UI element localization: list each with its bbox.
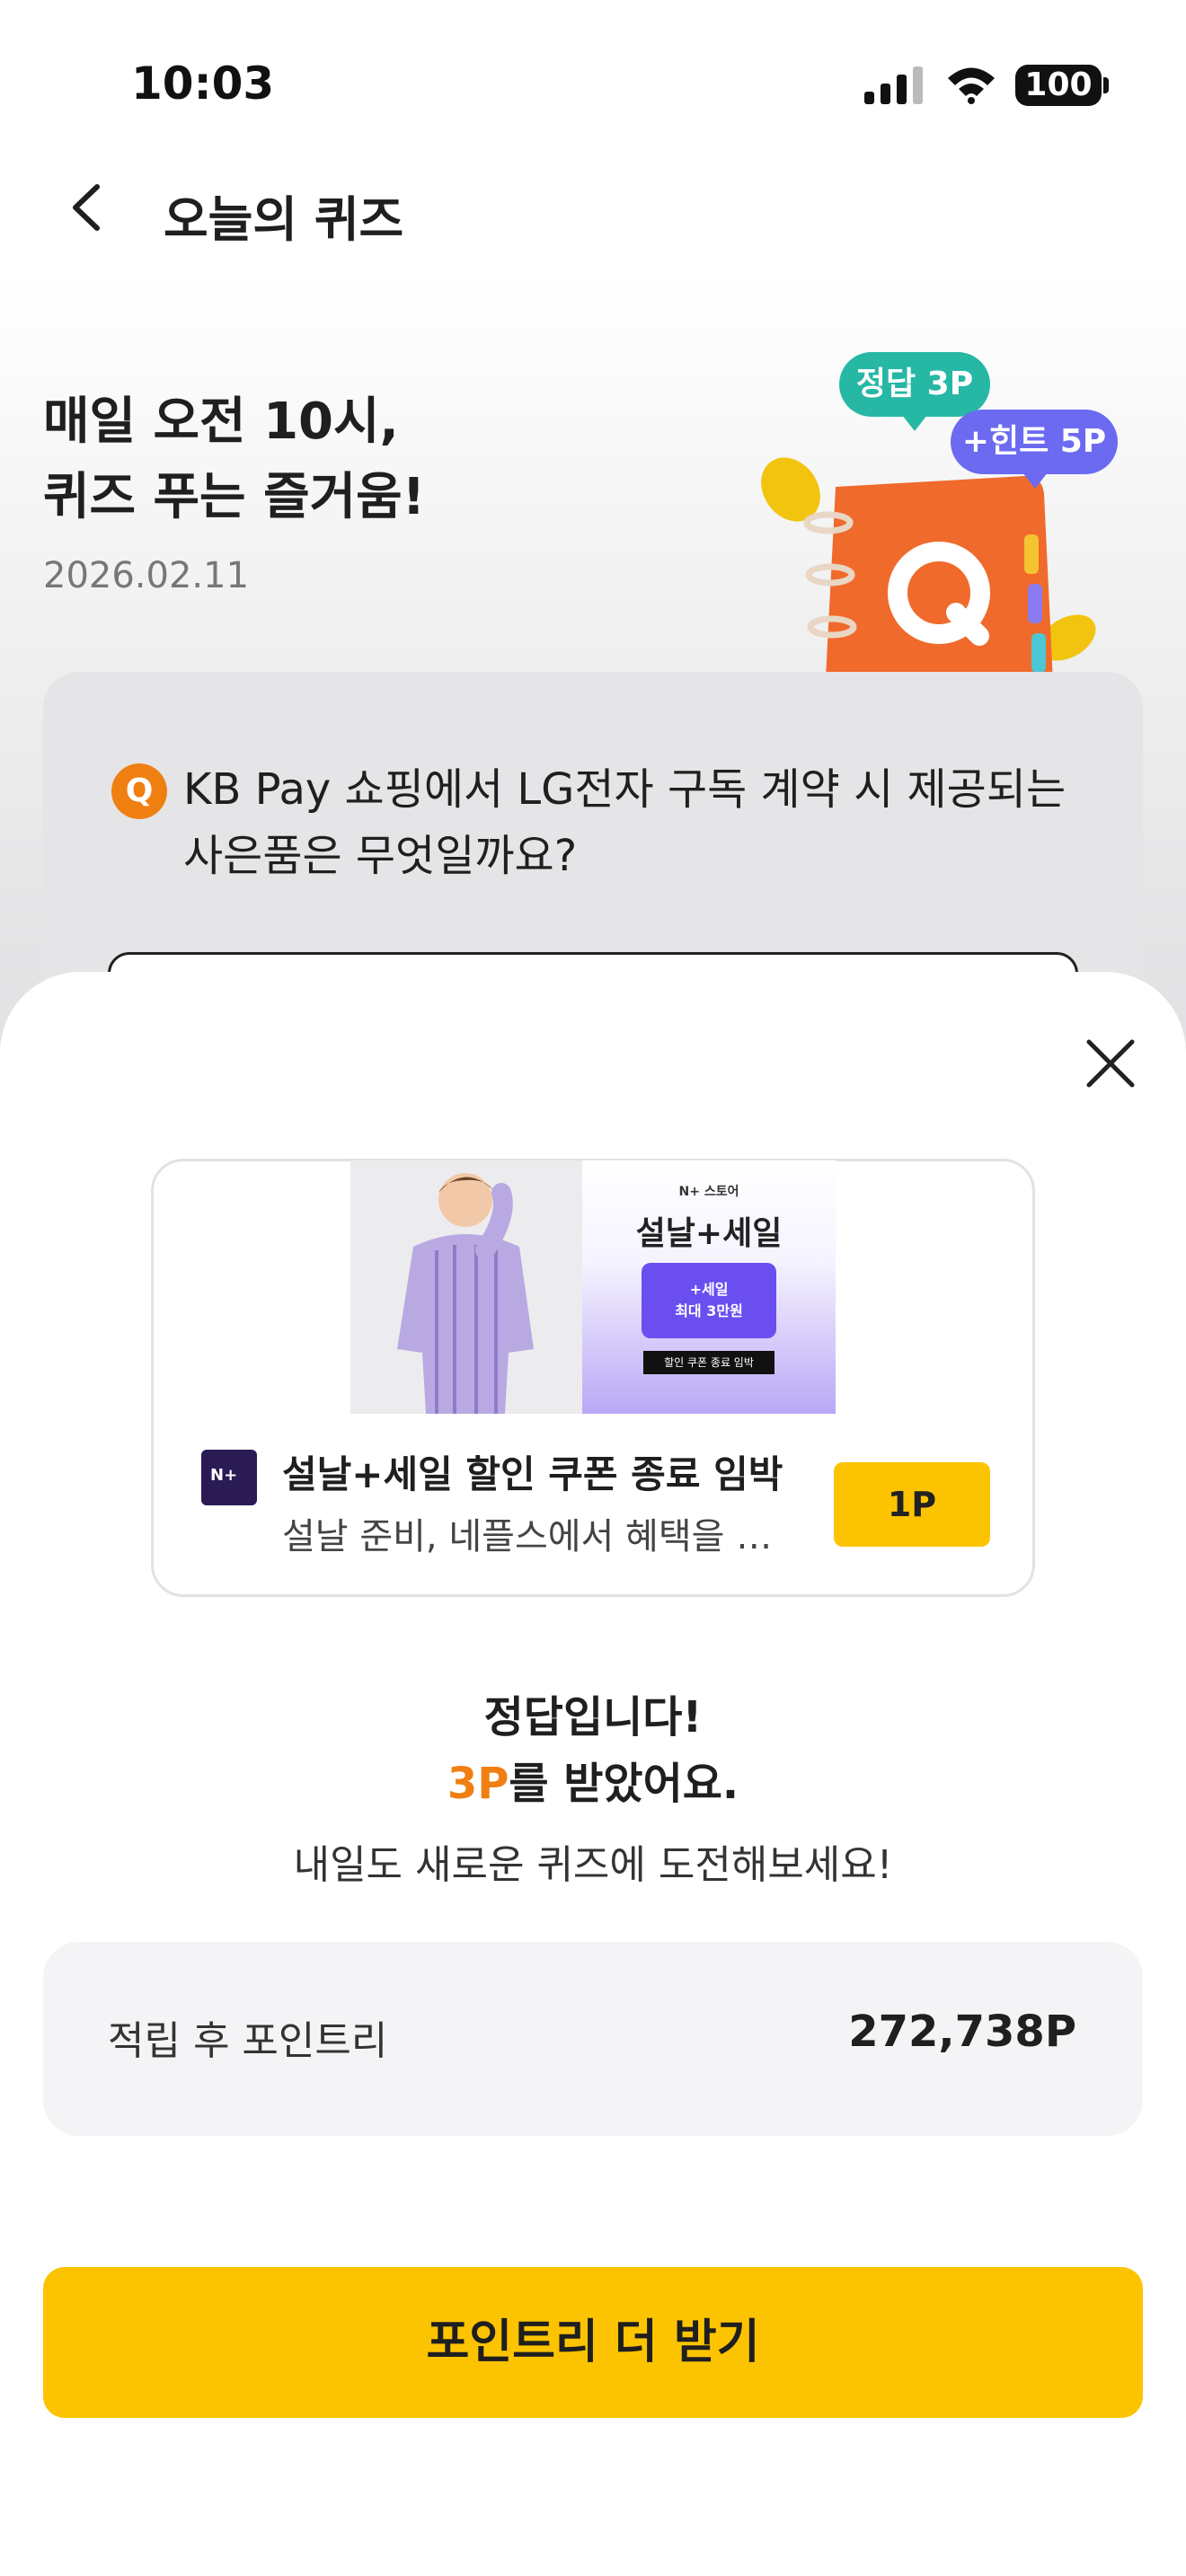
ad-coupon-line1: +세일 xyxy=(689,1281,729,1298)
back-arrow-icon[interactable] xyxy=(59,176,113,239)
result-message: 정답입니다! xyxy=(483,1692,703,1742)
quiz-date: 2026.02.11 xyxy=(43,555,250,596)
ad-brand-logo: N+ xyxy=(201,1450,257,1505)
point-summary-label: 적립 후 포인트리 xyxy=(108,2018,388,2064)
battery-indicator: 100 xyxy=(1015,65,1102,106)
close-icon[interactable] xyxy=(1082,1035,1139,1092)
hint-points-bubble: +힌트 5P xyxy=(951,410,1118,489)
quiz-question-line1: KB Pay 쇼핑에서 LG전자 구독 계약 시 제공되는 xyxy=(183,764,1067,815)
ad-product-photo xyxy=(350,1160,582,1414)
ad-store-name: N+ 스토어 xyxy=(678,1185,739,1199)
quiz-question-line2: 사은품은 무엇일까요? xyxy=(183,831,578,881)
result-points-suffix: 를 받았어요. xyxy=(509,1759,739,1809)
question-badge: Q xyxy=(111,763,167,819)
status-time: 10:03 xyxy=(131,57,275,110)
ad-banner-bar: 할인 쿠폰 종료 임박 xyxy=(643,1351,774,1374)
ad-coupon-line2: 최대 3만원 xyxy=(675,1302,743,1319)
result-subtitle: 내일도 새로운 퀴즈에 도전해보세요! xyxy=(293,1842,893,1888)
child-pajama-illustration xyxy=(397,1173,534,1414)
hero-title-line2: 퀴즈 푸는 즐거움! xyxy=(43,468,426,526)
ad-banner-image: N+ 스토어 설날+세일 +세일 최대 3만원 할인 쿠폰 종료 임박 xyxy=(350,1160,836,1414)
quiz-question: KB Pay 쇼핑에서 LG전자 구독 계약 시 제공되는 사은품은 무엇일까요… xyxy=(183,756,1082,889)
answer-points-bubble: 정답 3P xyxy=(839,352,990,431)
ad-sale-title: 설날+세일 xyxy=(635,1215,783,1252)
battery-tip xyxy=(1103,77,1109,93)
hero-title-line1: 매일 오전 10시, xyxy=(43,393,399,451)
ad-description: 설날 준비, 네플스에서 혜택을 더... xyxy=(282,1516,785,1557)
signal-icon xyxy=(864,66,923,104)
wifi-icon xyxy=(948,67,995,104)
ad-point-button[interactable]: 1P xyxy=(834,1462,990,1547)
page-title: 오늘의 퀴즈 xyxy=(164,191,404,248)
ad-sale-banner: N+ 스토어 설날+세일 +세일 최대 3만원 할인 쿠폰 종료 임박 xyxy=(582,1160,836,1414)
hero-title: 매일 오전 10시, 퀴즈 푸는 즐거움! xyxy=(43,384,672,535)
point-summary-value: 272,738P xyxy=(848,2007,1076,2057)
get-more-points-button[interactable]: 포인트리 더 받기 xyxy=(43,2267,1143,2418)
earned-points: 3P xyxy=(447,1759,509,1809)
ad-coupon: +세일 최대 3만원 xyxy=(642,1263,776,1338)
ad-logo-text: N+ xyxy=(210,1466,238,1485)
ad-title: 설날+세일 할인 쿠폰 종료 임박 xyxy=(282,1452,783,1496)
result-points-message: 3P를 받았어요. xyxy=(0,1748,1186,1811)
